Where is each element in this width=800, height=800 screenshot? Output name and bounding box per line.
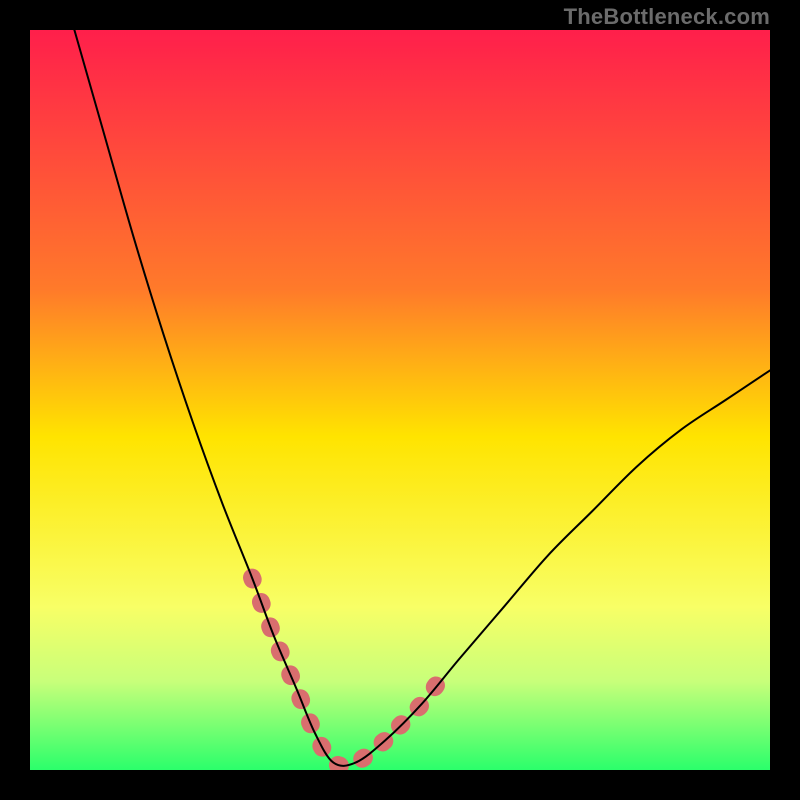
gradient-background xyxy=(30,30,770,770)
plot-area xyxy=(30,30,770,770)
watermark-text: TheBottleneck.com xyxy=(564,4,770,30)
chart-frame: TheBottleneck.com xyxy=(0,0,800,800)
bottleneck-chart xyxy=(30,30,770,770)
